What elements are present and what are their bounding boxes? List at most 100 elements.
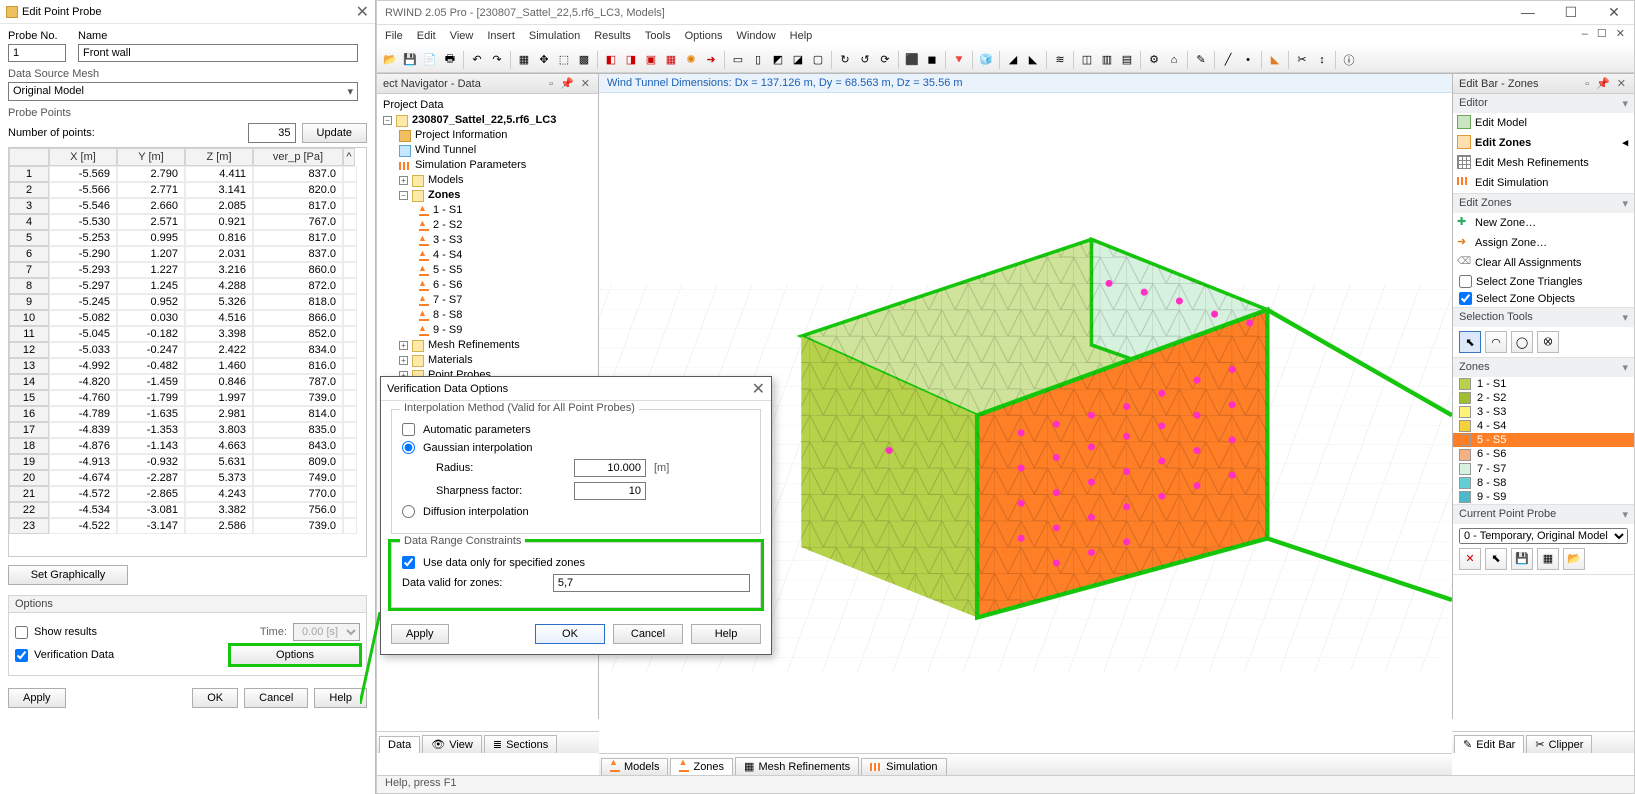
assign-zone[interactable]: Assign Zone… [1453,233,1634,253]
tree-zone-item[interactable]: 3 - S3 [381,233,598,248]
toolbar-rot2-icon[interactable]: ↺ [856,51,874,69]
tree-mesh-refinements[interactable]: +Mesh Refinements [381,338,598,353]
toolbar-grid-icon[interactable]: ▦ [515,51,533,69]
zone-list-item[interactable]: 6 - S6 [1453,447,1634,461]
toolbar-drop2-icon[interactable]: 🧊 [977,51,995,69]
tree-zone-item[interactable]: 8 - S8 [381,308,598,323]
table-row[interactable]: 11-5.045-0.1823.398852.0 [9,326,366,342]
zone-list-item[interactable]: 1 - S1 [1453,377,1634,391]
table-row[interactable]: 23-4.522-3.1472.586739.0 [9,518,366,534]
toolbar-rarrow-icon[interactable]: ➜ [702,51,720,69]
vp-tab-zones[interactable]: Zones [670,758,733,775]
nav-tab-data[interactable]: Data [379,736,420,753]
table-row[interactable]: 9-5.2450.9525.326818.0 [9,294,366,310]
vp-tab-sim[interactable]: Simulation [861,758,946,775]
ver-apply-button[interactable]: Apply [391,624,449,644]
toolbar-view3-icon[interactable]: ◩ [769,51,787,69]
edit-simulation[interactable]: Edit Simulation [1453,173,1634,193]
valid-zones-input[interactable] [553,574,750,592]
toolbar-box1-icon[interactable]: ◧ [602,51,620,69]
menu-edit[interactable]: Edit [417,30,436,42]
toolbar-mesh-icon[interactable]: ▩ [575,51,593,69]
table-row[interactable]: 10-5.0820.0304.516866.0 [9,310,366,326]
use-zones-check[interactable] [402,556,415,569]
editbar-pins[interactable]: ▫ 📌 ✕ [1585,77,1628,90]
table-row[interactable]: 20-4.674-2.2875.373749.0 [9,470,366,486]
toolbar-redo-icon[interactable]: ↷ [488,51,506,69]
toolbar-rot1-icon[interactable]: ↻ [836,51,854,69]
new-zone[interactable]: New Zone… [1453,213,1634,233]
sharpness-input[interactable] [574,482,646,500]
probe-ok-button[interactable]: OK [192,688,238,708]
zone-list-item[interactable]: 3 - S3 [1453,405,1634,419]
maximize-button[interactable]: ☐ [1551,0,1591,24]
tree-zone-item[interactable]: 4 - S4 [381,248,598,263]
probe-apply-button[interactable]: Apply [8,688,66,708]
vp-tab-mesh[interactable]: ▦ Mesh Refinements [735,757,859,775]
options-button[interactable]: Options [230,645,360,665]
pin-icons[interactable]: ▫ 📌 ✕ [549,77,592,90]
table-row[interactable]: 7-5.2931.2273.216860.0 [9,262,366,278]
tree-zone-item[interactable]: 7 - S7 [381,293,598,308]
toolbar-tool1-icon[interactable]: ✂ [1293,51,1311,69]
toolbar-box3-icon[interactable]: ▣ [642,51,660,69]
ver-close-icon[interactable]: ✕ [752,379,765,399]
ver-help-button[interactable]: Help [691,624,761,644]
vp-tab-models[interactable]: Models [601,758,668,775]
diffusion-radio[interactable] [402,505,415,518]
set-graphically-button[interactable]: Set Graphically [8,565,128,585]
toolbar-t2-icon[interactable]: ▥ [1098,51,1116,69]
tree-materials[interactable]: +Materials [381,353,598,368]
tree-zone-item[interactable]: 6 - S6 [381,278,598,293]
toolbar-select-icon[interactable]: ⬚ [555,51,573,69]
zone-list-item[interactable]: 9 - S9 [1453,490,1634,504]
toolbar-plane2-icon[interactable]: ◣ [1024,51,1042,69]
zone-list-item[interactable]: 8 - S8 [1453,476,1634,490]
tree-zone-item[interactable]: 1 - S1 [381,203,598,218]
ver-ok-button[interactable]: OK [535,624,605,644]
table-row[interactable]: 16-4.789-1.6352.981814.0 [9,406,366,422]
toolbar-doc-icon[interactable]: 📄 [421,51,439,69]
toolbar-node-icon[interactable]: • [1239,51,1257,69]
menu-help[interactable]: Help [790,30,813,42]
toolbar-tool2-icon[interactable]: ↕ [1313,51,1331,69]
nav-tab-sections[interactable]: ≣ Sections [484,735,557,753]
probe-cursor-icon[interactable]: ⬉ [1485,548,1507,570]
toolbar-box2-icon[interactable]: ◨ [622,51,640,69]
sel-lasso-icon[interactable]: ◠ [1485,331,1507,353]
eb-tab-editbar[interactable]: ✎ Edit Bar [1454,735,1524,753]
update-button[interactable]: Update [302,123,367,143]
sel-poly-icon[interactable]: ⭙ [1537,331,1559,353]
table-row[interactable]: 15-4.760-1.7991.997739.0 [9,390,366,406]
menu-view[interactable]: View [450,30,474,42]
toolbar-home-icon[interactable]: ⌂ [1165,51,1183,69]
table-row[interactable]: 6-5.2901.2072.031837.0 [9,246,366,262]
nav-tab-view[interactable]: 👁 View [422,735,482,753]
clear-assignments[interactable]: Clear All Assignments [1453,253,1634,273]
tree-project-data[interactable]: Project Data [381,98,598,113]
toolbar-view1-icon[interactable]: ▭ [729,51,747,69]
probe-grid-icon[interactable]: ▦ [1537,548,1559,570]
toolbar-rot3-icon[interactable]: ⟳ [876,51,894,69]
tree-zone-item[interactable]: 2 - S2 [381,218,598,233]
probe-open-icon[interactable]: 📂 [1563,548,1585,570]
tree-project-info[interactable]: Project Information [381,128,598,143]
tree-root[interactable]: −230807_Sattel_22,5.rf6_LC3 [381,113,598,128]
toolbar-open-icon[interactable]: 📂 [381,51,399,69]
sel-cursor-icon[interactable]: ⬉ [1459,331,1481,353]
table-row[interactable]: 18-4.876-1.1434.663843.0 [9,438,366,454]
zone-list-item[interactable]: 2 - S2 [1453,391,1634,405]
mdi-controls[interactable]: – ☐ ✕ [1582,27,1628,40]
menu-results[interactable]: Results [594,30,631,42]
ver-cancel-button[interactable]: Cancel [613,624,683,644]
toolbar-snap-icon[interactable]: ✥ [535,51,553,69]
show-results-check[interactable] [15,626,28,639]
toolbar-sun-icon[interactable]: ✺ [682,51,700,69]
toolbar-zone-flag-icon[interactable]: ◣ [1266,51,1284,69]
numpoints-input[interactable] [248,123,296,143]
toolbar-print-icon[interactable]: 🖶 [441,51,459,69]
table-row[interactable]: 17-4.839-1.3533.803835.0 [9,422,366,438]
auto-params-check[interactable] [402,423,415,436]
probe-dialog-close-icon[interactable]: ✕ [356,2,369,22]
tree-wind-tunnel[interactable]: Wind Tunnel [381,143,598,158]
